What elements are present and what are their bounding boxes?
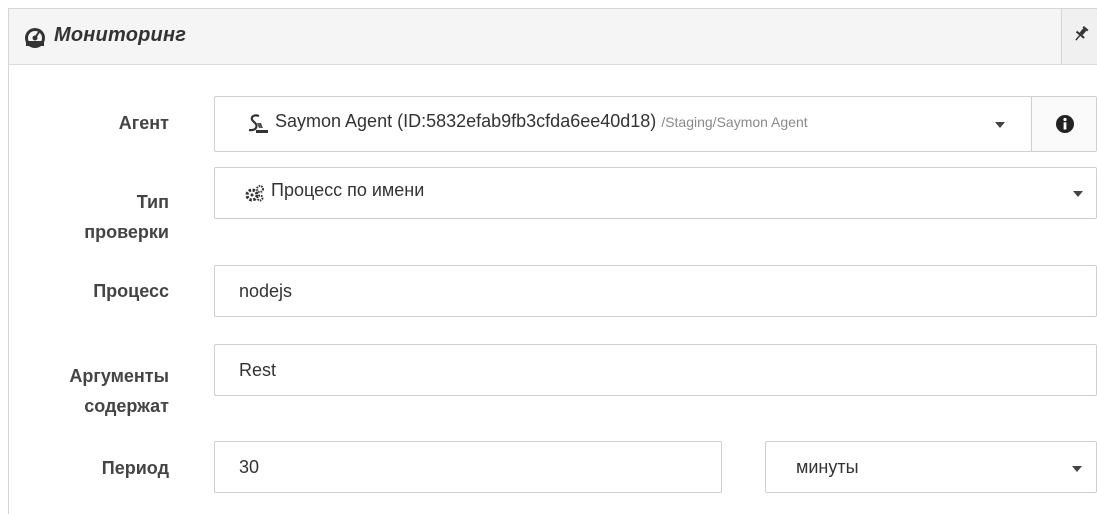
process-label: Процесс	[93, 281, 169, 301]
process-input[interactable]: nodejs	[214, 265, 1097, 317]
period-input[interactable]: 30	[214, 441, 722, 493]
monitoring-panel: Мониторинг Агент Saymon Agent (ID:5832ef…	[8, 8, 1097, 514]
agent-path: /Staging/Saymon Agent	[661, 114, 808, 130]
args-label: Аргументы содержат	[69, 366, 169, 416]
agent-icon	[245, 113, 269, 140]
agent-value: Saymon Agent (ID:5832efab9fb3cfda6ee40d1…	[275, 111, 657, 131]
args-input[interactable]: Rest	[214, 344, 1097, 396]
period-value: 30	[239, 457, 260, 477]
chevron-down-icon	[995, 122, 1005, 128]
args-value: Rest	[239, 360, 277, 380]
agent-info-button[interactable]	[1031, 96, 1097, 152]
pin-button[interactable]	[1061, 9, 1097, 64]
period-unit-value: минуты	[796, 457, 859, 477]
panel-header: Мониторинг	[9, 9, 1097, 65]
period-label: Период	[101, 458, 169, 478]
check-type-label: Тип проверки	[84, 192, 169, 242]
chevron-down-icon	[1073, 191, 1083, 197]
agent-label: Агент	[118, 113, 169, 133]
check-type-select[interactable]: Процесс по имени	[214, 167, 1097, 219]
check-type-value: Процесс по имени	[271, 180, 425, 200]
process-value: nodejs	[239, 281, 293, 301]
dashboard-icon	[23, 26, 47, 48]
period-unit-select[interactable]: минуты	[765, 441, 1097, 493]
chevron-down-icon	[1072, 466, 1082, 472]
agent-select[interactable]: Saymon Agent (ID:5832efab9fb3cfda6ee40d1…	[214, 96, 1032, 152]
panel-title: Мониторинг	[54, 24, 187, 46]
gears-icon	[245, 185, 265, 208]
